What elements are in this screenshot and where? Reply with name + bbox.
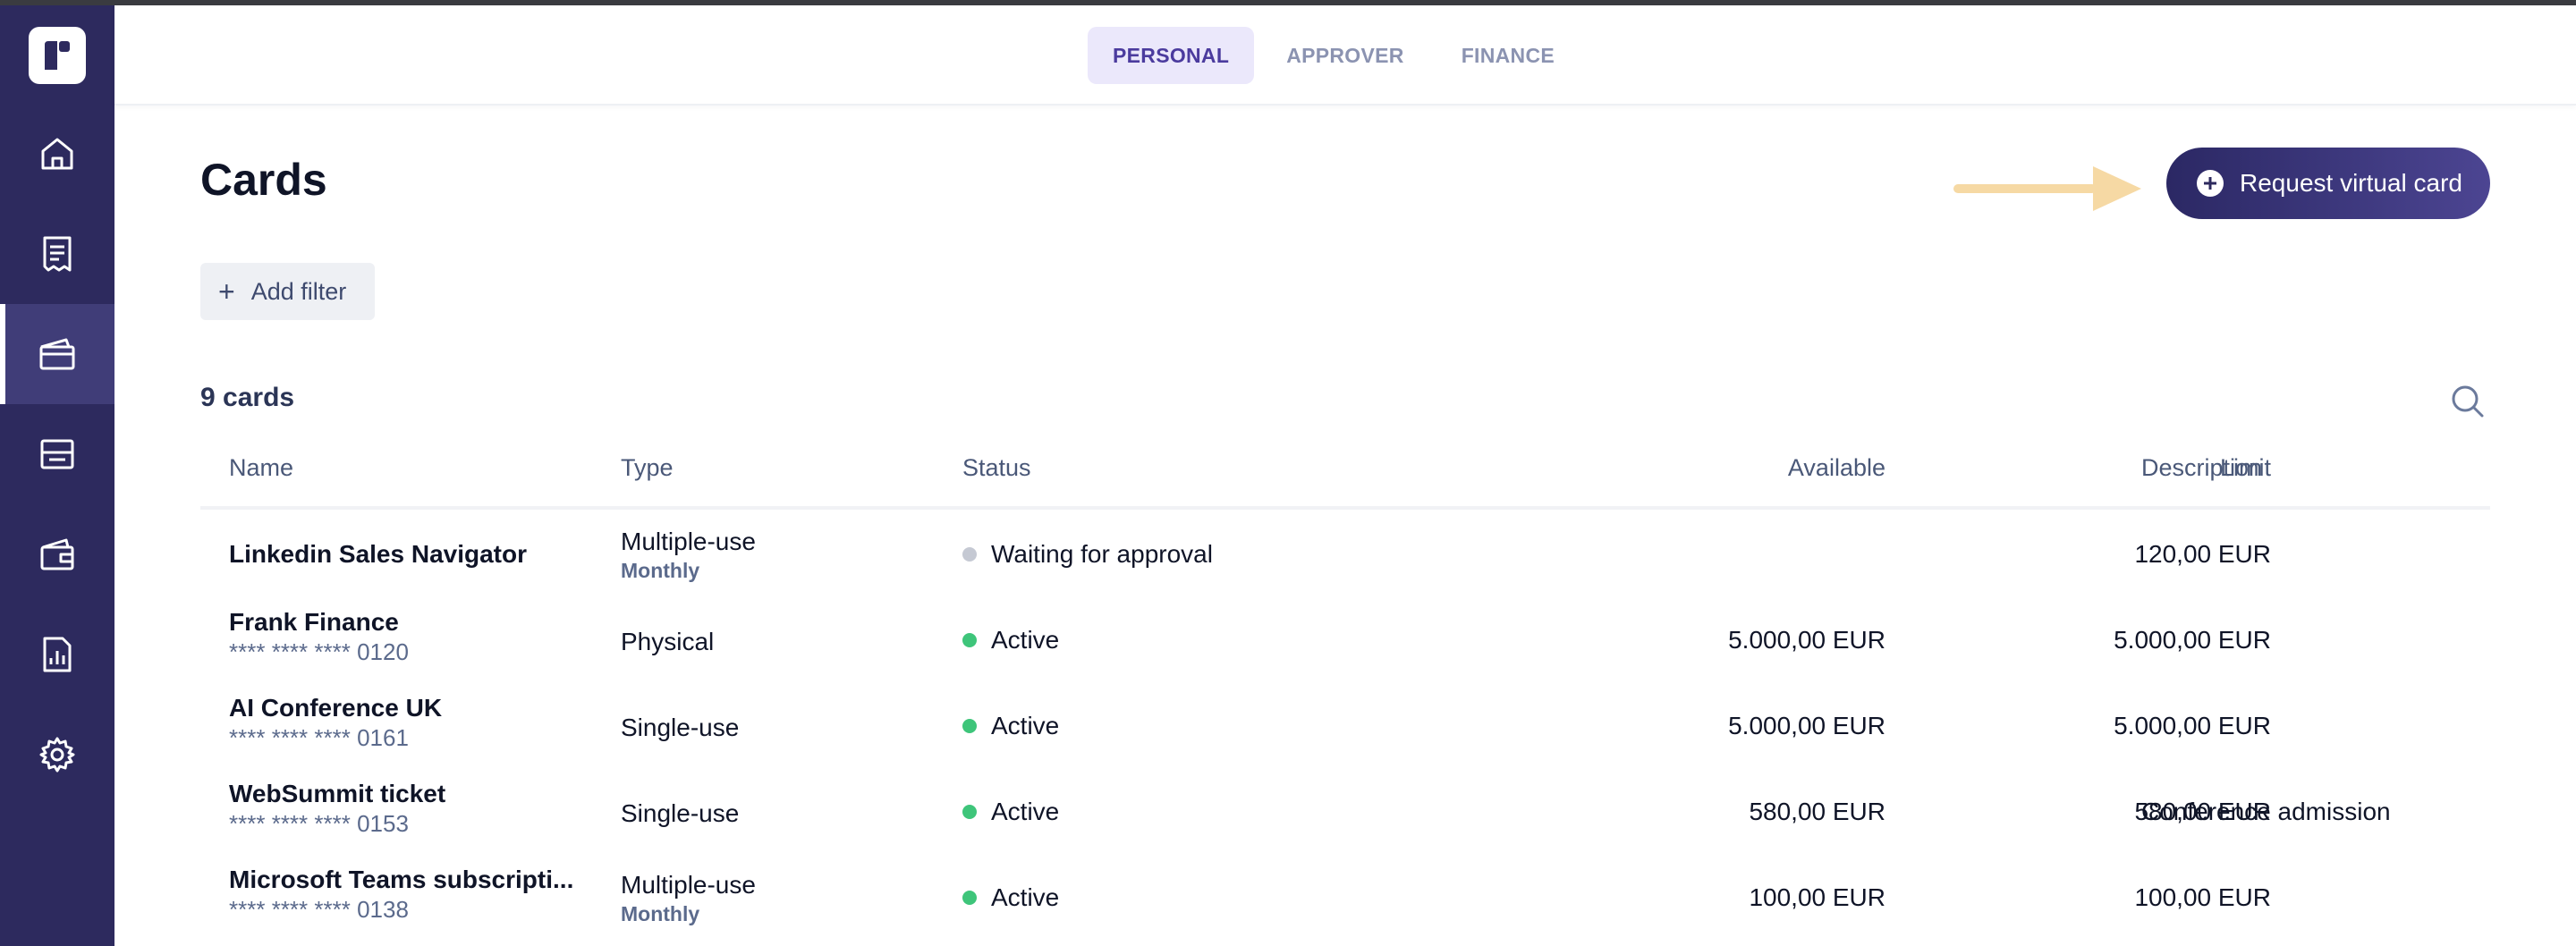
card-name: AI Conference UK <box>229 694 443 722</box>
sidebar-item-cards[interactable] <box>0 304 114 404</box>
logo-mark-icon <box>45 41 70 70</box>
column-header-name[interactable]: Name <box>229 454 293 482</box>
card-name-cell: Microsoft Teams subscripti... **** **** … <box>229 864 573 923</box>
request-virtual-card-label: Request virtual card <box>2240 169 2463 197</box>
sidebar-item-receipts[interactable] <box>0 204 114 304</box>
card-type: Multiple-use <box>621 871 756 899</box>
card-type-cell: Multiple-use Monthly <box>621 869 756 926</box>
wallet-icon <box>40 538 74 570</box>
card-type: Single-use <box>621 714 740 741</box>
card-number: **** **** **** 0138 <box>229 896 409 923</box>
card-count: 9 cards <box>200 383 295 412</box>
card-status: Active <box>962 626 1059 655</box>
card-name-cell: Linkedin Sales Navigator <box>229 538 527 570</box>
tab-approver[interactable]: APPROVER <box>1261 27 1428 84</box>
card-limit: 120,00 EUR <box>2134 540 2271 568</box>
card-name: Microsoft Teams subscripti... <box>229 866 574 893</box>
card-type: Physical <box>621 628 715 655</box>
sidebar-item-terminal[interactable] <box>0 404 114 504</box>
card-limit: 5.000,00 EUR <box>2114 712 2271 739</box>
card-limit: 100,00 EUR <box>2134 883 2271 911</box>
card-limit: 5.000,00 EUR <box>2114 626 2271 654</box>
card-status: Waiting for approval <box>962 540 1213 569</box>
card-type-cell: Multiple-use Monthly <box>621 526 756 583</box>
gear-icon <box>39 737 75 773</box>
column-header-available[interactable]: Available <box>1788 454 1885 482</box>
column-header-description[interactable]: Description <box>2141 454 2262 482</box>
status-dot-icon <box>962 547 977 562</box>
table-header: Name Type Status Available Limit Descrip… <box>200 447 2490 510</box>
request-virtual-card-button[interactable]: Request virtual card <box>2166 148 2490 219</box>
home-icon <box>41 138 73 170</box>
report-icon <box>43 637 72 672</box>
status-label: Active <box>991 883 1060 911</box>
status-dot-icon <box>962 719 977 733</box>
search-icon[interactable] <box>2449 383 2485 418</box>
card-available: 5.000,00 EUR <box>1728 626 1885 654</box>
tab-finance[interactable]: FINANCE <box>1436 27 1580 84</box>
add-filter-label: Add filter <box>250 277 347 305</box>
card-name-cell: WebSummit ticket **** **** **** 0153 <box>229 778 445 837</box>
table-row[interactable]: WebSummit ticket **** **** **** 0153 Sin… <box>200 771 2490 857</box>
column-header-status[interactable]: Status <box>962 454 1031 482</box>
sidebar-item-wallet[interactable] <box>0 504 114 604</box>
status-label: Active <box>991 626 1060 654</box>
status-label: Active <box>991 798 1060 825</box>
card-status: Active <box>962 883 1059 912</box>
sidebar-item-reports[interactable] <box>0 604 114 705</box>
card-available: 580,00 EUR <box>1749 798 1885 825</box>
cards-icon <box>39 338 75 370</box>
status-label: Waiting for approval <box>991 540 1213 568</box>
card-frequency: Monthly <box>621 559 700 582</box>
card-type-cell: Single-use <box>621 712 739 744</box>
table-row[interactable]: Frank Finance **** **** **** 0120 Physic… <box>200 599 2490 685</box>
card-description: Conference admission <box>2141 798 2391 825</box>
top-bar: PERSONAL APPROVER FINANCE <box>114 5 2576 106</box>
table-row[interactable]: Microsoft Teams subscripti... **** **** … <box>200 857 2490 942</box>
add-filter-button[interactable]: + Add filter <box>200 263 375 320</box>
card-available: 100,00 EUR <box>1749 883 1885 911</box>
role-tabs: PERSONAL APPROVER FINANCE <box>1088 27 1580 84</box>
sidebar-item-home[interactable] <box>0 104 114 204</box>
plus-circle-icon <box>2197 170 2224 197</box>
card-status: Active <box>962 712 1059 740</box>
card-name: WebSummit ticket <box>229 780 446 807</box>
card-number: **** **** **** 0120 <box>229 638 409 665</box>
card-type: Single-use <box>621 799 740 827</box>
receipt-icon <box>43 236 72 272</box>
card-name-cell: Frank Finance **** **** **** 0120 <box>229 606 409 665</box>
card-reader-icon <box>40 439 74 469</box>
card-name-cell: AI Conference UK **** **** **** 0161 <box>229 692 442 751</box>
tab-personal[interactable]: PERSONAL <box>1088 27 1255 84</box>
card-name: Linkedin Sales Navigator <box>229 540 527 568</box>
card-type-cell: Physical <box>621 626 714 658</box>
card-number: **** **** **** 0161 <box>229 724 409 751</box>
column-header-type[interactable]: Type <box>621 454 674 482</box>
page-title: Cards <box>200 155 327 205</box>
card-number: **** **** **** 0153 <box>229 810 409 837</box>
card-name: Frank Finance <box>229 608 399 636</box>
table-row[interactable]: AI Conference UK **** **** **** 0161 Sin… <box>200 685 2490 771</box>
plus-icon: + <box>218 275 235 308</box>
arrow-right-icon <box>1953 166 2141 211</box>
card-frequency: Monthly <box>621 902 700 925</box>
card-type: Multiple-use <box>621 528 756 555</box>
card-status: Active <box>962 798 1059 826</box>
card-available: 5.000,00 EUR <box>1728 712 1885 739</box>
window-top-border <box>0 0 2576 5</box>
table-row[interactable]: Linkedin Sales Navigator Multiple-use Mo… <box>200 513 2490 599</box>
card-type-cell: Single-use <box>621 798 739 830</box>
status-dot-icon <box>962 891 977 905</box>
status-label: Active <box>991 712 1060 739</box>
sidebar-item-settings[interactable] <box>0 705 114 805</box>
status-dot-icon <box>962 805 977 819</box>
sidebar <box>0 0 114 946</box>
app-logo[interactable] <box>29 27 86 84</box>
status-dot-icon <box>962 633 977 647</box>
